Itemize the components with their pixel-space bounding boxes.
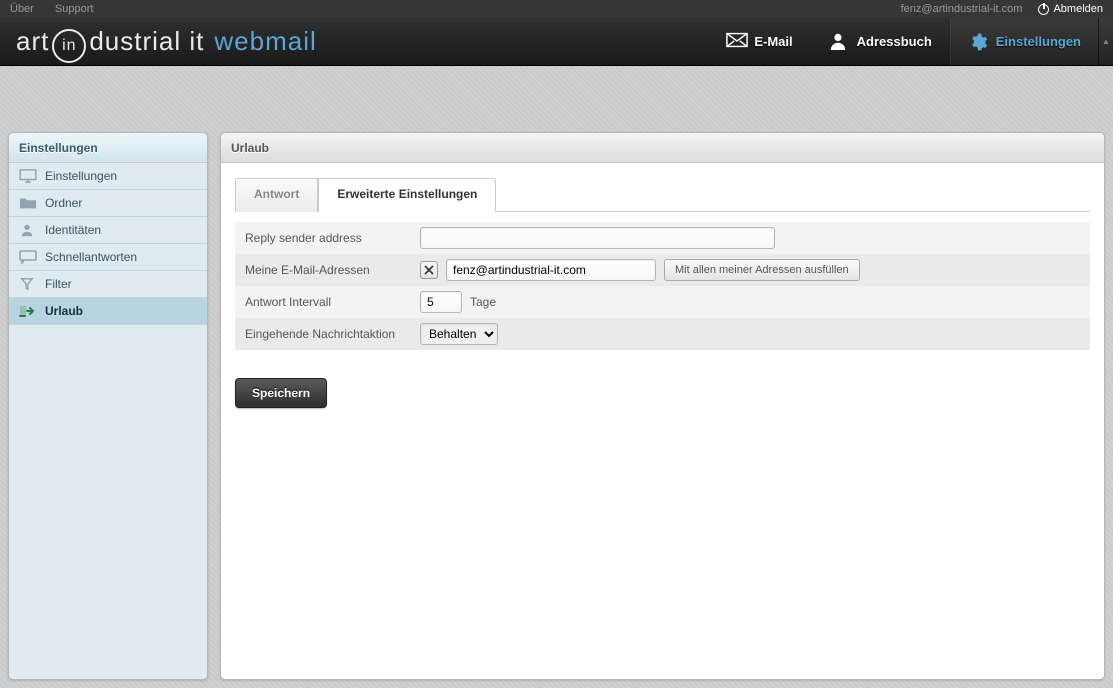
nav-mail[interactable]: E-Mail (708, 18, 810, 65)
filter-icon (19, 277, 37, 291)
sidebar-item-responses[interactable]: Schnellantworten (9, 244, 207, 271)
row-interval: Antwort Intervall Tage (235, 286, 1090, 318)
user-icon (19, 223, 37, 237)
sidebar-item-label: Filter (45, 277, 72, 291)
gear-icon (968, 32, 988, 52)
nav-settings[interactable]: Einstellungen (950, 18, 1099, 65)
input-reply-sender[interactable] (420, 227, 775, 249)
logo-text-post: dustrial it (89, 26, 204, 57)
tab-advanced[interactable]: Erweiterte Einstellungen (318, 178, 496, 212)
monitor-icon (19, 169, 37, 183)
sidebar-item-vacation[interactable]: Urlaub (9, 298, 207, 325)
label-reply-sender: Reply sender address (245, 231, 420, 245)
delete-address-button[interactable] (420, 261, 438, 279)
row-incoming-action: Eingehende Nachrichtaktion Behalten (235, 318, 1090, 350)
label-my-addresses: Meine E-Mail-Adressen (245, 263, 420, 277)
sidebar-item-filters[interactable]: Filter (9, 271, 207, 298)
logo-product: webmail (214, 26, 316, 57)
sidebar-item-preferences[interactable]: Einstellungen (9, 163, 207, 190)
nav-mail-label: E-Mail (754, 34, 792, 49)
person-icon (829, 32, 849, 52)
row-reply-sender: Reply sender address (235, 222, 1090, 254)
tabs: Antwort Erweiterte Einstellungen (235, 177, 1090, 212)
label-interval: Antwort Intervall (245, 295, 420, 309)
utility-bar: Über Support fenz@artindustrial-it.com A… (0, 0, 1113, 18)
input-my-address[interactable] (446, 259, 656, 281)
power-icon (1038, 4, 1049, 15)
mail-icon (726, 32, 746, 52)
sidebar-item-label: Ordner (45, 196, 82, 210)
interval-unit: Tage (470, 295, 496, 309)
sidebar-item-label: Urlaub (45, 304, 83, 318)
nav-settings-label: Einstellungen (996, 34, 1081, 49)
current-user-email: fenz@artindustrial-it.com (901, 3, 1023, 15)
app-header: art in dustrial it webmail E-Mail Adress… (0, 18, 1113, 66)
nav-contacts-label: Adressbuch (857, 34, 932, 49)
logo: art in dustrial it webmail (16, 25, 317, 59)
main-nav: E-Mail Adressbuch Einstellungen ▲ (708, 18, 1113, 65)
nav-collapse-toggle[interactable]: ▲ (1099, 18, 1113, 65)
sidebar-item-label: Identitäten (45, 223, 101, 237)
sidebar-list: Einstellungen Ordner Identitäten Schnell… (9, 163, 207, 679)
label-incoming-action: Eingehende Nachrichtaktion (245, 327, 420, 341)
select-incoming-action[interactable]: Behalten (420, 323, 498, 345)
link-support[interactable]: Support (55, 3, 94, 15)
save-button[interactable]: Speichern (235, 378, 327, 408)
main-panel-title: Urlaub (221, 133, 1104, 163)
sidebar-item-identities[interactable]: Identitäten (9, 217, 207, 244)
sidebar-item-folders[interactable]: Ordner (9, 190, 207, 217)
tab-reply[interactable]: Antwort (235, 178, 318, 212)
main-panel: Urlaub Antwort Erweiterte Einstellungen … (220, 132, 1105, 680)
nav-contacts[interactable]: Adressbuch (811, 18, 950, 65)
sidebar-title: Einstellungen (9, 133, 207, 163)
chat-icon (19, 250, 37, 264)
sidebar-item-label: Einstellungen (45, 169, 117, 183)
settings-sidebar: Einstellungen Einstellungen Ordner Ident… (8, 132, 208, 680)
link-about[interactable]: Über (10, 3, 34, 15)
logout-button[interactable]: Abmelden (1038, 3, 1103, 15)
row-my-addresses: Meine E-Mail-Adressen Mit allen meiner A… (235, 254, 1090, 286)
logout-label: Abmelden (1053, 3, 1103, 15)
fill-all-addresses-button[interactable]: Mit allen meiner Adressen ausfüllen (664, 259, 860, 281)
input-interval[interactable] (420, 291, 462, 313)
sidebar-item-label: Schnellantworten (45, 250, 137, 264)
away-icon (19, 304, 37, 318)
logo-in-circle: in (52, 29, 86, 63)
logo-text-pre: art (16, 26, 49, 57)
folder-icon (19, 196, 37, 210)
